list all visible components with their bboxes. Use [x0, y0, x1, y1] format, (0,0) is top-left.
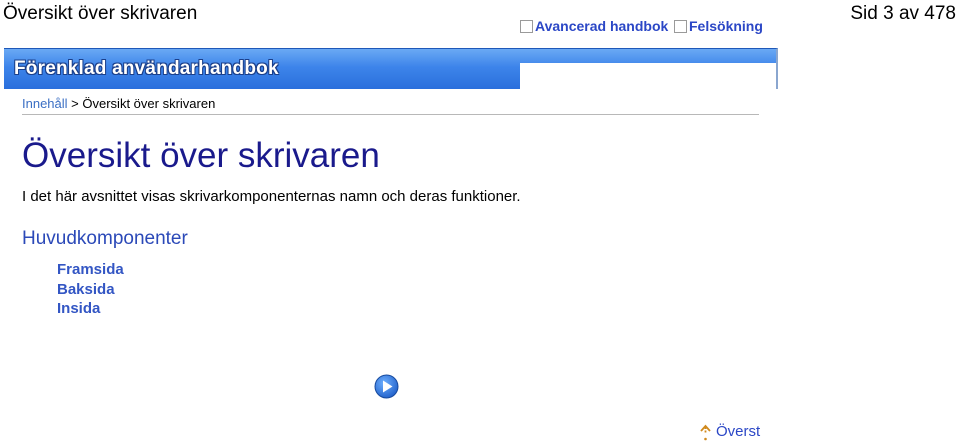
advanced-guide-label: Avancerad handbok [535, 18, 669, 34]
up-arrow-icon [700, 424, 711, 441]
troubleshooting-label: Felsökning [689, 18, 763, 34]
breadcrumb-current: Översikt över skrivaren [82, 96, 216, 111]
back-to-top-link[interactable]: Överst [699, 420, 760, 442]
troubleshooting-link[interactable]: Felsökning [674, 18, 763, 34]
breadcrumb-home-link[interactable]: Innehåll [22, 96, 68, 111]
component-link-front[interactable]: Framsida [57, 260, 124, 280]
document-title: Översikt över skrivaren [3, 3, 198, 24]
intro-text: I det här avsnittet visas skrivarkompone… [22, 188, 521, 205]
box-icon [520, 19, 533, 33]
page-header: Översikt över skrivaren Sid 3 av 478 [0, 0, 960, 30]
breadcrumb-divider [22, 114, 759, 115]
manual-banner: Förenklad användarhandbok [4, 48, 778, 89]
section-heading: Huvudkomponenter [22, 228, 188, 249]
page-title: Översikt över skrivaren [22, 136, 380, 175]
banner-title: Förenklad användarhandbok [14, 58, 279, 79]
component-list: Framsida Baksida Insida [57, 260, 124, 319]
box-icon [674, 19, 687, 33]
component-link-inside[interactable]: Insida [57, 299, 124, 319]
component-link-back[interactable]: Baksida [57, 280, 124, 300]
breadcrumb: Innehåll > Översikt över skrivaren [22, 96, 215, 111]
back-to-top-label: Överst [716, 422, 761, 440]
banner-nav-strip [520, 63, 776, 89]
advanced-guide-link[interactable]: Avancerad handbok [520, 18, 668, 34]
page-number: Sid 3 av 478 [850, 3, 956, 24]
next-arrow-icon[interactable] [374, 374, 399, 399]
breadcrumb-separator: > [71, 96, 79, 111]
